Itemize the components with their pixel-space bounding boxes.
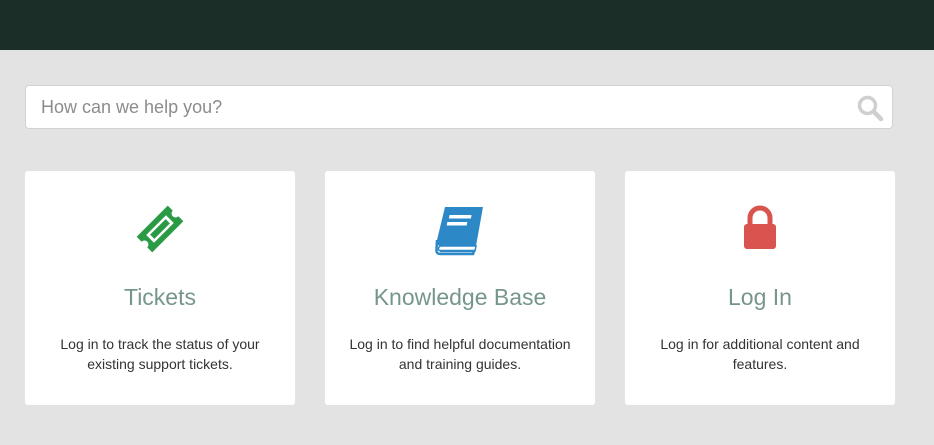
lock-icon — [732, 201, 788, 257]
card-description: Log in to track the status of your exist… — [60, 336, 260, 372]
login-card[interactable]: Log In Log in for additional content and… — [625, 171, 895, 405]
search-input[interactable] — [26, 86, 846, 128]
book-icon — [432, 201, 488, 257]
card-title: Tickets — [124, 284, 196, 310]
card-description: Log in to find helpful documentation and… — [349, 336, 571, 372]
knowledge-base-card[interactable]: Knowledge Base Log in to find helpful do… — [325, 171, 595, 405]
card-title: Knowledge Base — [373, 284, 547, 310]
card-title: Log In — [728, 284, 792, 310]
search-icon[interactable] — [856, 94, 884, 122]
card-description: Log in for additional content and featur… — [660, 336, 860, 372]
search-box — [25, 85, 893, 129]
ticket-icon — [132, 201, 188, 257]
top-header-bar — [0, 0, 934, 50]
tickets-card[interactable]: Tickets Log in to track the status of yo… — [25, 171, 295, 405]
